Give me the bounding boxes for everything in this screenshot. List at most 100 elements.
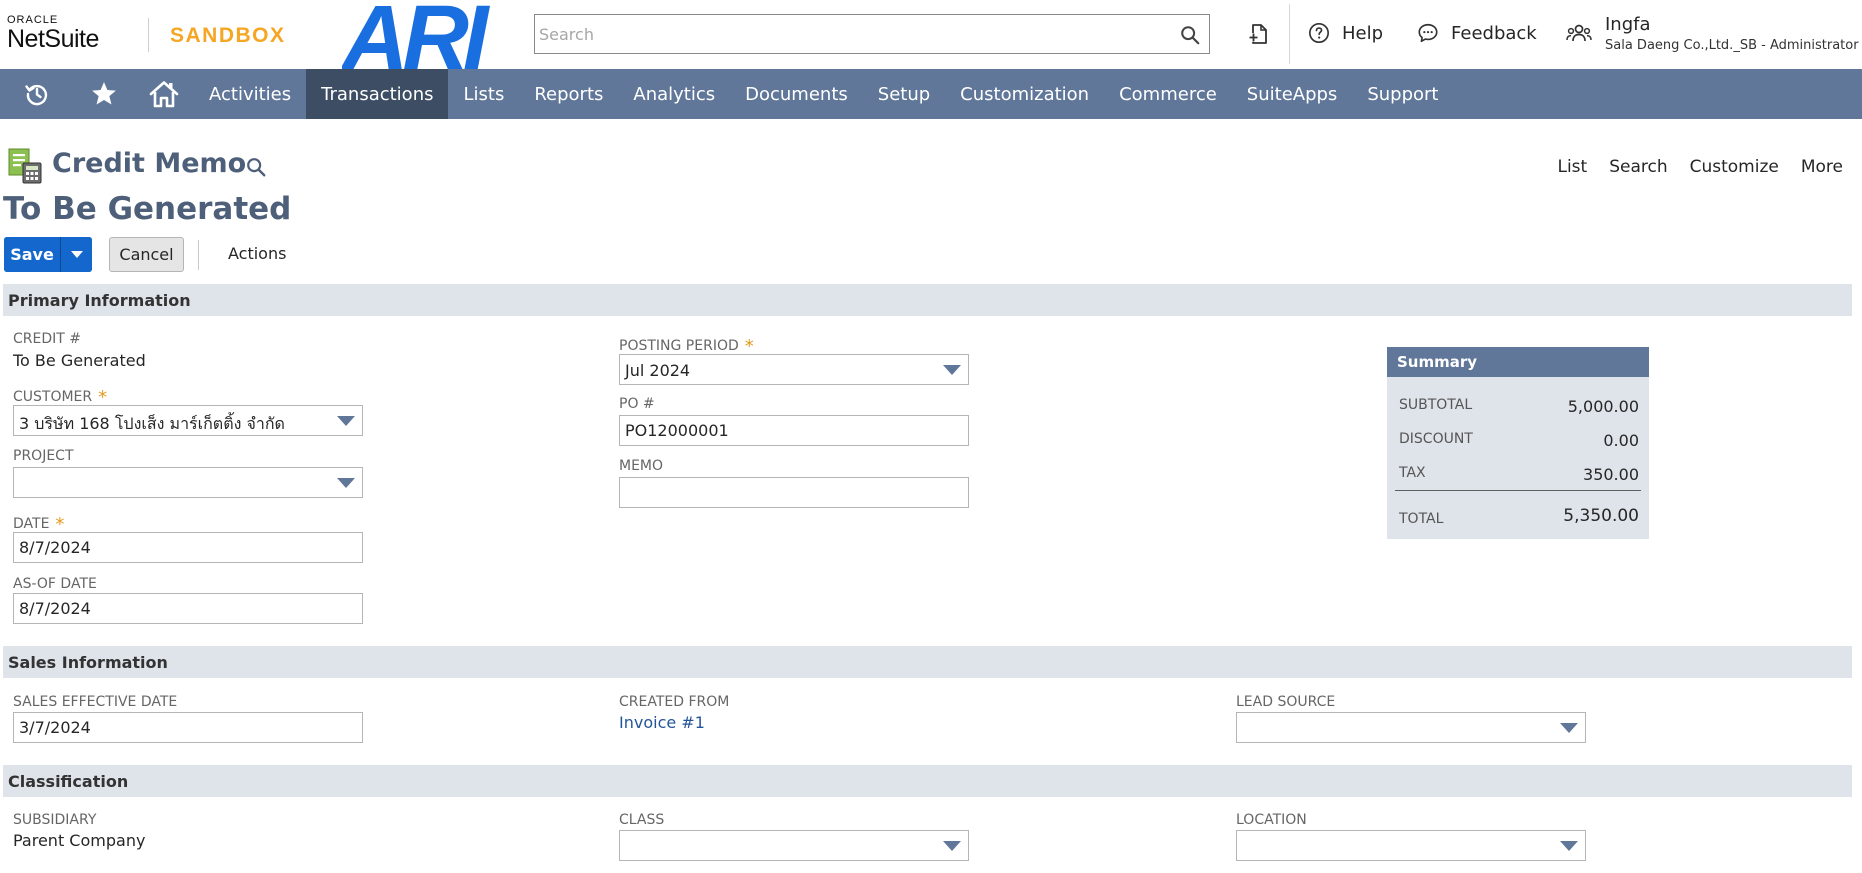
star-icon (92, 82, 116, 105)
company-logo-text: ARI (342, 0, 491, 69)
credit-memo-record-icon (8, 148, 42, 184)
section-classification[interactable]: Classification (3, 765, 1852, 797)
sales-effective-date-input[interactable] (14, 713, 362, 742)
customer-label: CUSTOMER * (13, 387, 108, 408)
feedback-link[interactable]: Feedback (1417, 22, 1537, 44)
nav-commerce[interactable]: Commerce (1104, 69, 1232, 119)
list-link[interactable]: List (1557, 157, 1587, 177)
save-options-button[interactable] (61, 237, 92, 272)
top-header: ORACLE NetSuite SANDBOX ARI Help Feed (0, 0, 1862, 69)
nav-customization[interactable]: Customization (945, 69, 1104, 119)
caret-down-icon (943, 841, 961, 851)
customize-link[interactable]: Customize (1690, 157, 1779, 177)
credit-number-value: To Be Generated (13, 351, 146, 370)
cancel-button[interactable]: Cancel (109, 237, 184, 272)
location-label: LOCATION (1236, 812, 1307, 828)
main-nav: Activities Transactions Lists Reports An… (0, 69, 1862, 119)
global-search[interactable] (534, 14, 1210, 54)
nav-suiteapps[interactable]: SuiteApps (1232, 69, 1353, 119)
subtotal-label: SUBTOTAL (1399, 397, 1473, 413)
nav-history[interactable] (0, 69, 74, 119)
recent-records-icon[interactable] (1247, 22, 1271, 46)
memo-field[interactable] (619, 477, 969, 508)
asof-date-input[interactable] (14, 594, 362, 623)
button-divider (198, 240, 199, 270)
nav-support[interactable]: Support (1352, 69, 1453, 119)
page-links: List Search Customize More (1557, 157, 1843, 177)
nav-lists[interactable]: Lists (448, 69, 519, 119)
po-number-field[interactable] (619, 415, 969, 446)
caret-down-icon (337, 416, 355, 426)
nav-transactions[interactable]: Transactions (306, 69, 449, 119)
save-button-group: Save (4, 237, 92, 272)
sales-effective-date-label: SALES EFFECTIVE DATE (13, 694, 178, 710)
help-link[interactable]: Help (1308, 22, 1383, 44)
subsidiary-value: Parent Company (13, 831, 146, 850)
search-icon[interactable] (1179, 24, 1201, 46)
nav-favorites[interactable] (74, 69, 134, 119)
search-link[interactable]: Search (1609, 157, 1667, 177)
home-icon (149, 81, 179, 108)
memo-input[interactable] (620, 478, 968, 507)
posting-period-select[interactable]: Jul 2024 (619, 354, 969, 385)
summary-title: Summary (1387, 347, 1649, 377)
po-number-input[interactable] (620, 416, 968, 445)
tax-value: 350.00 (1583, 465, 1639, 484)
project-label: PROJECT (13, 448, 74, 464)
asof-date-field[interactable] (13, 593, 363, 624)
record-status-title: To Be Generated (3, 191, 292, 227)
feedback-label: Feedback (1451, 22, 1537, 44)
customer-select[interactable]: 3 บริษัท 168 โปงเส็ง มาร์เก็ตติ้ง จำกัด (13, 405, 363, 436)
more-link[interactable]: More (1801, 157, 1843, 177)
actions-menu[interactable]: Actions (228, 244, 286, 263)
created-from-link[interactable]: Invoice #1 (619, 713, 705, 732)
summary-divider (1395, 490, 1641, 491)
sales-effective-date-field[interactable] (13, 712, 363, 743)
total-value: 5,350.00 (1563, 506, 1639, 526)
caret-down-icon (70, 250, 83, 258)
discount-value: 0.00 (1603, 431, 1639, 450)
memo-label: MEMO (619, 458, 664, 474)
discount-label: DISCOUNT (1399, 431, 1473, 447)
summary-box: Summary SUBTOTAL 5,000.00 DISCOUNT 0.00 … (1387, 347, 1649, 539)
chat-bubble-icon (1418, 23, 1438, 43)
nav-home[interactable] (134, 69, 194, 119)
class-select[interactable] (619, 830, 969, 861)
nav-documents[interactable]: Documents (730, 69, 863, 119)
date-input[interactable] (14, 533, 362, 562)
po-number-label: PO # (619, 396, 655, 412)
netsuite-wordmark: NetSuite (7, 25, 99, 53)
section-primary-information[interactable]: Primary Information (3, 284, 1852, 316)
header-divider (1289, 4, 1290, 64)
caret-down-icon (943, 365, 961, 375)
location-select[interactable] (1236, 830, 1586, 861)
project-select[interactable] (13, 467, 363, 498)
history-icon (25, 84, 48, 106)
nav-setup[interactable]: Setup (863, 69, 945, 119)
user-group-icon (1566, 24, 1592, 42)
posting-period-label: POSTING PERIOD * (619, 336, 754, 357)
page-title: Credit Memo (52, 148, 247, 179)
nav-analytics[interactable]: Analytics (618, 69, 730, 119)
lead-source-select[interactable] (1236, 712, 1586, 743)
netsuite-logo[interactable]: ORACLE NetSuite (7, 14, 99, 52)
help-label: Help (1342, 22, 1384, 44)
section-sales-information[interactable]: Sales Information (3, 646, 1852, 678)
class-label: CLASS (619, 812, 665, 828)
customer-value: 3 บริษัท 168 โปงเส็ง มาร์เก็ตติ้ง จำกัด (19, 414, 285, 433)
help-circle-icon (1309, 23, 1329, 43)
tax-label: TAX (1399, 465, 1426, 481)
search-icon[interactable] (245, 156, 267, 178)
lead-source-label: LEAD SOURCE (1236, 694, 1336, 710)
brand-divider (148, 18, 149, 52)
sandbox-badge: SANDBOX (170, 24, 286, 47)
save-button[interactable]: Save (4, 237, 61, 272)
caret-down-icon (1560, 723, 1578, 733)
global-search-input[interactable] (535, 15, 1155, 53)
subtotal-value: 5,000.00 (1567, 397, 1639, 416)
asof-date-label: AS-OF DATE (13, 576, 97, 592)
nav-reports[interactable]: Reports (519, 69, 618, 119)
nav-activities[interactable]: Activities (194, 69, 306, 119)
company-logo: ARI (342, 0, 497, 69)
date-field[interactable] (13, 532, 363, 563)
